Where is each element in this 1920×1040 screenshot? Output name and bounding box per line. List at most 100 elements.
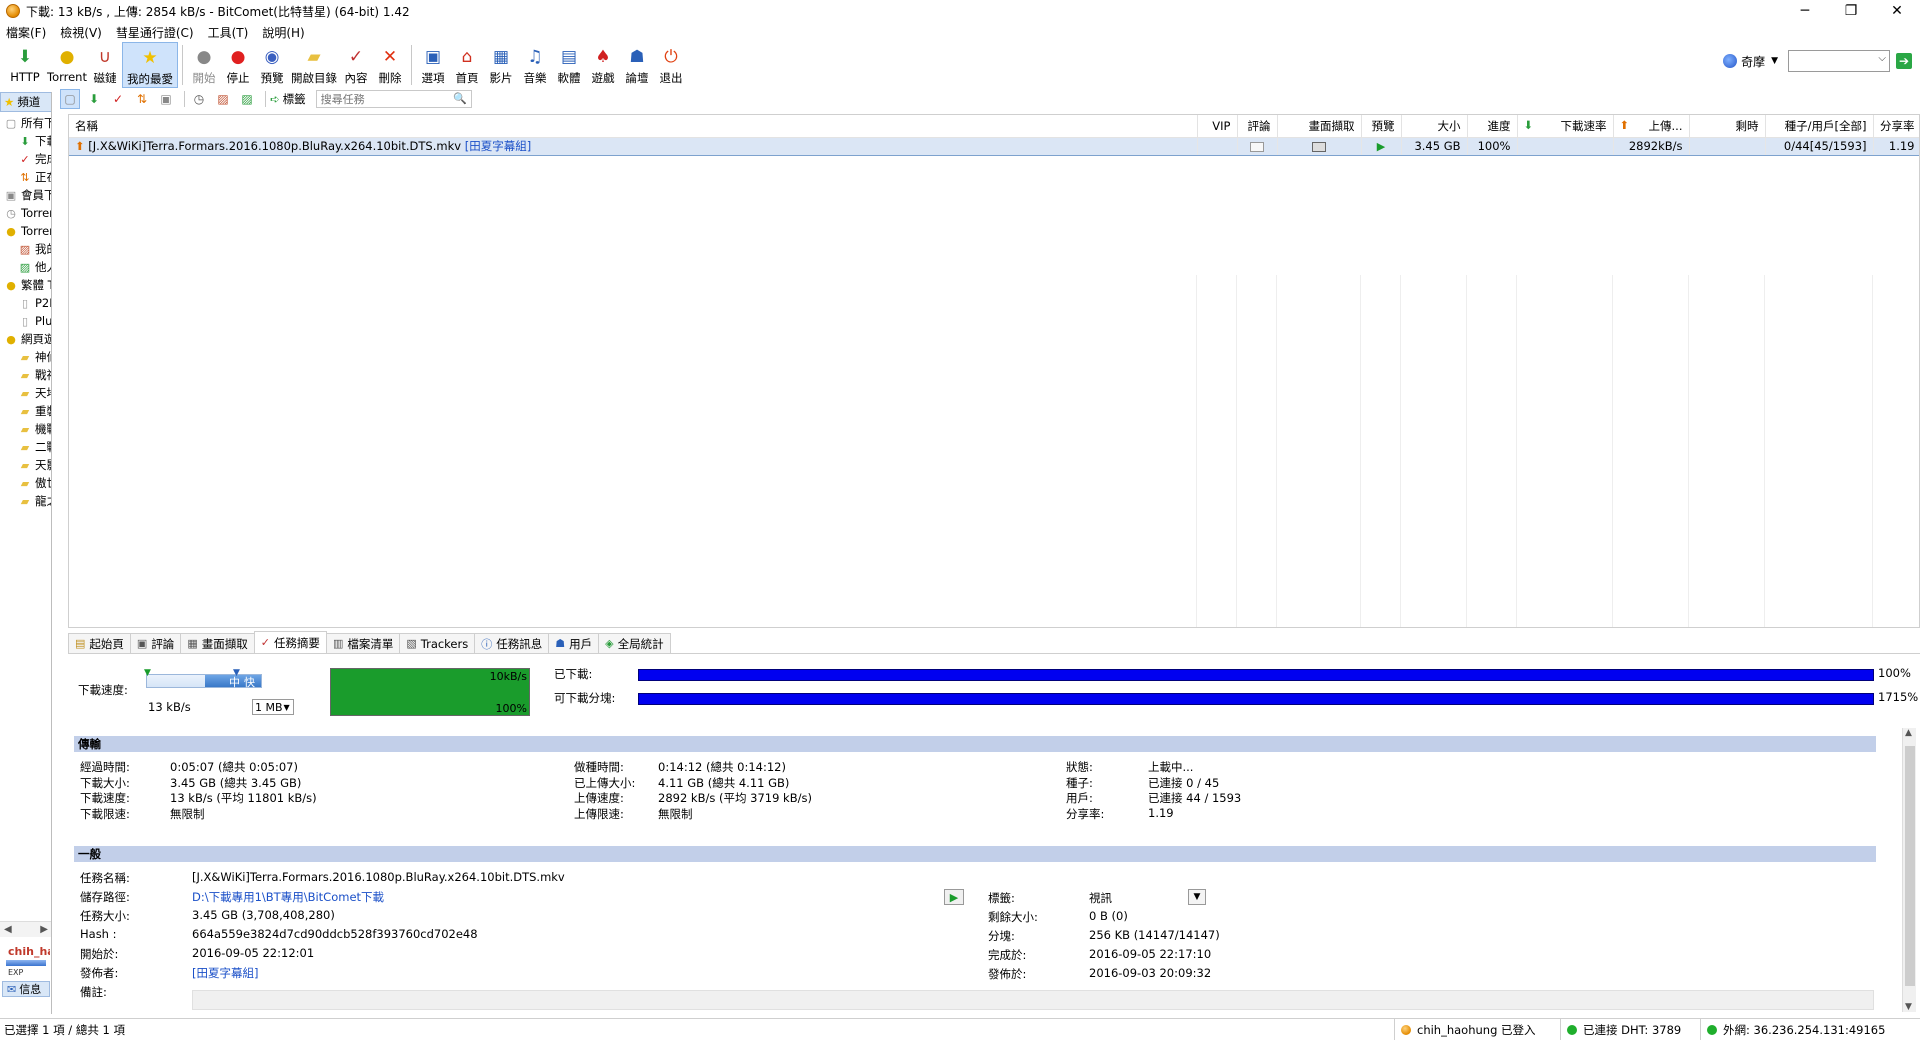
torrent-button[interactable]: ● Torrent [46,42,88,88]
column-header-upload-rate[interactable]: ⬆ 上傳... [1613,115,1690,138]
scroll-up-icon[interactable]: ▲ [1905,728,1912,738]
software-button[interactable]: ▤ 軟體 [552,42,586,88]
filter-downloading-button[interactable]: ⬇ [84,89,104,109]
menu-help[interactable]: 說明(H) [262,24,304,41]
column-header-comments[interactable]: 評論 [1237,115,1278,138]
sidebar-item[interactable]: ▰ 天地 [0,384,51,402]
channel-tab[interactable]: ★ 頻道 [0,92,51,112]
video-button[interactable]: ▦ 影片 [484,42,518,88]
sidebar-item[interactable]: ▰ 重裝 [0,402,51,420]
folder-button[interactable]: ▰ 開啟目錄 [289,42,339,88]
delete-button[interactable]: ✕ 刪除 [373,42,407,88]
sidebar-item[interactable]: ▨ 我的 [0,240,51,258]
sidebar-item[interactable]: ▰ 龍之 [0,492,51,510]
sidebar-item[interactable]: ● 繁體 T [0,276,51,294]
sidebar-horizontal-scrollbar[interactable]: ◀ ▶ [0,921,51,937]
preview-play-button[interactable]: ▶ [944,889,964,905]
login-status[interactable]: chih_haohung 已登入 [1394,1018,1560,1040]
filter-uploading-button[interactable]: ⇅ [132,89,152,109]
notes-field[interactable] [192,990,1874,1010]
comments-cell[interactable] [1237,136,1278,156]
properties-button[interactable]: ✓ 內容 [339,42,373,88]
options-button[interactable]: ▣ 選項 [416,42,450,88]
tag-filter-button[interactable]: ➪ 標籤 [270,91,306,107]
preview-cell[interactable]: ▶ [1361,136,1402,156]
tag-dropdown[interactable]: ▼ [1188,889,1206,905]
filter-my-torrents-button[interactable]: ▨ [213,89,233,109]
magnet-button[interactable]: ∪ 磁鏈 [88,42,122,88]
sidebar-item[interactable]: ▰ 傲世 [0,474,51,492]
sidebar-item[interactable]: ▨ 他人 [0,258,51,276]
info-button[interactable]: ✉ 信息 [2,981,50,997]
column-header-seeds-peers[interactable]: 種子/用戶[全部] [1765,115,1874,138]
tab-screenshot[interactable]: ▦ 畫面擷取 [180,633,255,653]
sidebar-item[interactable]: ● Torren [0,222,51,240]
http-add-button[interactable]: ⬇ HTTP [4,42,46,88]
column-header-progress[interactable]: 進度 [1467,115,1518,138]
close-button[interactable]: ✕ [1874,0,1920,22]
dht-status[interactable]: 已連接 DHT: 3789 [1560,1018,1700,1040]
save-path-link[interactable]: D:\下載專用1\BT專用\BitComet下載 [192,889,384,905]
speed-cap-select[interactable]: 1 MB ▼ [252,699,294,715]
menu-comet-pass[interactable]: 彗星通行證(C) [116,24,194,41]
column-header-remaining[interactable]: 剩時 [1689,115,1766,138]
sidebar-item[interactable]: ▰ 神仙 [0,348,51,366]
tab-start-page[interactable]: ▤ 起始頁 [68,633,131,653]
column-header-vip[interactable]: VIP [1197,115,1238,138]
publisher-link[interactable]: [田夏字幕組] [192,965,258,981]
menu-view[interactable]: 檢視(V) [60,24,102,41]
tab-peers[interactable]: ☗ 用戶 [548,633,600,653]
scroll-down-icon[interactable]: ▼ [1905,1002,1912,1012]
menu-file[interactable]: 檔案(F) [6,24,46,41]
filter-completed-button[interactable]: ✓ [108,89,128,109]
restore-button[interactable]: ❐ [1828,0,1874,22]
preview-button[interactable]: ◉ 預覽 [255,42,289,88]
tab-comments[interactable]: ▣ 評論 [129,633,182,653]
sidebar-item[interactable]: ▯ Plu [0,312,51,330]
search-icon[interactable]: 🔍 [453,92,467,105]
sidebar-item[interactable]: ⬇ 下載 [0,132,51,150]
column-header-screenshot[interactable]: 畫面擷取 [1277,115,1362,138]
sidebar-item[interactable]: ▰ 機戰 [0,420,51,438]
external-ip-status[interactable]: 外網: 36.236.254.131:49165 [1700,1018,1920,1040]
home-button[interactable]: ⌂ 首頁 [450,42,484,88]
column-header-name[interactable]: 名稱 [69,115,1198,138]
sidebar-item[interactable]: ◷ Torren [0,204,51,222]
language-selector[interactable]: 奇摩 ▼ [1723,53,1778,70]
column-header-preview[interactable]: 預覽 [1361,115,1402,138]
sidebar-item[interactable]: ● 網頁遊 [0,330,51,348]
sidebar-item[interactable]: ▰ 二戰 [0,438,51,456]
tab-task-info[interactable]: ⓘ 任務訊息 [474,633,550,653]
sidebar-item[interactable]: ▰ 天影 [0,456,51,474]
game-button[interactable]: ♠ 遊戲 [586,42,620,88]
tab-trackers[interactable]: ▧ Trackers [399,633,476,653]
filter-vip-button[interactable]: ▣ [156,89,176,109]
go-button[interactable]: ➔ [1896,53,1912,69]
start-button[interactable]: ● 開始 [187,42,221,88]
stop-button[interactable]: ● 停止 [221,42,255,88]
scrollbar-thumb[interactable] [1905,746,1915,986]
filter-history-button[interactable]: ◷ [189,89,209,109]
sidebar-item[interactable]: ▣ 會員下 [0,186,51,204]
filter-others-torrents-button[interactable]: ▨ [237,89,257,109]
sidebar-item[interactable]: ⇅ 正在 [0,168,51,186]
column-header-download-rate[interactable]: ⬇ 下載速率 [1517,115,1614,138]
slider-thumb-icon[interactable]: ▼ [233,668,240,678]
sidebar-item[interactable]: ✓ 完成 [0,150,51,168]
menu-tools[interactable]: 工具(T) [208,24,249,41]
column-header-share-ratio[interactable]: 分享率 [1873,115,1919,138]
sidebar-user-name[interactable]: chih_hao [2,945,50,958]
scroll-left-icon[interactable]: ◀ [4,924,12,935]
forum-button[interactable]: ☗ 論壇 [620,42,654,88]
tab-global-stats[interactable]: ◈ 全局統計 [598,633,671,653]
table-row[interactable]: ⬆ [J.X&WiKi]Terra.Formars.2016.1080p.Blu… [69,136,1919,156]
tab-file-list[interactable]: ▥ 檔案清單 [325,633,401,653]
scroll-right-icon[interactable]: ▶ [40,924,48,935]
minimize-button[interactable]: ─ [1782,0,1828,22]
show-all-button[interactable]: ▢ [60,89,80,109]
tab-task-summary[interactable]: ✓ 任務摘要 [253,631,327,653]
exit-button[interactable]: ⏻ 退出 [654,42,688,88]
sidebar-item[interactable]: ▰ 戰神 [0,366,51,384]
star-button[interactable]: ★ 我的最愛 [122,42,178,88]
music-button[interactable]: ♫ 音樂 [518,42,552,88]
